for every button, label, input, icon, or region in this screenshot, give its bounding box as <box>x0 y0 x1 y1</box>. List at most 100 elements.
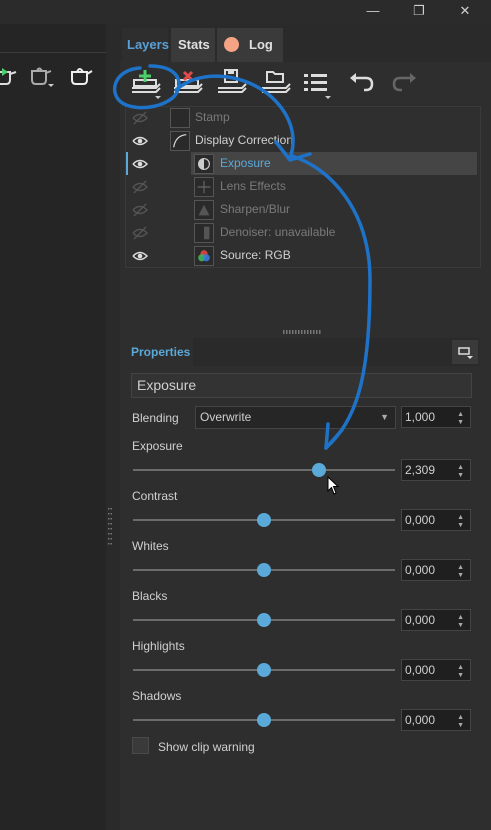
eye-icon[interactable] <box>130 129 150 152</box>
spin-down-icon[interactable]: ▼ <box>457 572 464 579</box>
splitter-grip-icon[interactable] <box>108 508 112 548</box>
close-button[interactable]: ✕ <box>442 0 488 24</box>
spin-up-icon[interactable]: ▲ <box>457 664 464 671</box>
clip-warning-checkbox[interactable] <box>132 737 149 754</box>
spin-down-icon[interactable]: ▼ <box>457 622 464 629</box>
slider-thumb[interactable] <box>257 563 271 577</box>
spin-down-icon[interactable]: ▼ <box>457 472 464 479</box>
slider-thumb[interactable] <box>257 663 271 677</box>
layer-name-field[interactable]: Exposure <box>131 373 472 398</box>
slider-value-spinbox[interactable]: 0,000 ▲ ▼ <box>401 559 471 581</box>
restore-button[interactable]: ❐ <box>396 0 442 24</box>
slider-label: Exposure <box>132 439 183 453</box>
spinbox-value: 1,000 <box>405 410 436 424</box>
spinbox-value: 0,000 <box>405 563 436 577</box>
hidden-eye-icon[interactable] <box>130 106 150 129</box>
tab-stats-label: Stats <box>178 37 210 52</box>
slider-thumb[interactable] <box>312 463 327 477</box>
spin-up-icon[interactable]: ▲ <box>457 714 464 721</box>
hidden-eye-icon[interactable] <box>130 175 150 198</box>
slider-thumb[interactable] <box>257 713 271 727</box>
toolbar-divider <box>0 52 106 53</box>
mouse-cursor-icon <box>327 476 340 495</box>
spin-up-icon[interactable]: ▲ <box>457 411 464 418</box>
layer-name: Exposure <box>220 156 271 170</box>
spin-up-icon[interactable]: ▲ <box>457 564 464 571</box>
hidden-eye-icon[interactable] <box>130 221 150 244</box>
spin-up-icon[interactable]: ▲ <box>457 614 464 621</box>
slider-label: Contrast <box>132 489 178 503</box>
open-layers-icon[interactable] <box>258 64 294 104</box>
minimize-button[interactable]: — <box>350 0 396 24</box>
log-status-icon <box>224 37 239 52</box>
slider-label: Blacks <box>132 589 168 603</box>
left-panel <box>0 24 106 830</box>
spinbox-value: 0,000 <box>405 713 436 727</box>
spin-up-icon[interactable]: ▲ <box>457 464 464 471</box>
layer-name: Lens Effects <box>220 179 286 193</box>
layer-name: Display Correction <box>195 133 294 147</box>
eye-icon[interactable] <box>130 244 150 267</box>
slider-label: Shadows <box>132 689 182 703</box>
spinbox-value: 0,000 <box>405 513 436 527</box>
blending-label: Blending <box>132 411 179 425</box>
spin-up-icon[interactable]: ▲ <box>457 514 464 521</box>
stamp-layer-icon <box>170 108 190 128</box>
slider-value-spinbox[interactable]: 0,000 ▲ ▼ <box>401 709 471 731</box>
slider-label: Whites <box>132 539 169 553</box>
layer-name: Sharpen/Blur <box>220 202 291 216</box>
selection-marker <box>126 152 128 175</box>
layer-name: Stamp <box>195 110 230 124</box>
slider-value-spinbox[interactable]: 0,000 ▲ ▼ <box>401 609 471 631</box>
panel-splitter[interactable] <box>106 24 120 830</box>
hidden-eye-icon[interactable] <box>130 198 150 221</box>
layer-menu-icon[interactable] <box>300 64 336 104</box>
spin-down-icon[interactable]: ▼ <box>457 672 464 679</box>
undo-icon[interactable] <box>344 64 380 104</box>
eye-icon[interactable] <box>130 152 150 175</box>
spinbox-value: 2,309 <box>405 463 436 477</box>
restore-icon: ❐ <box>413 3 425 18</box>
spin-down-icon[interactable]: ▼ <box>457 722 464 729</box>
tab-log-label: Log <box>249 37 273 52</box>
preset-menu-icon[interactable] <box>452 340 478 364</box>
save-layers-icon[interactable] <box>214 64 250 104</box>
slider-value-spinbox[interactable]: 0,000 ▲ ▼ <box>401 659 471 681</box>
rgb-source-icon <box>194 246 214 266</box>
close-icon: ✕ <box>459 3 471 18</box>
chevron-down-icon: ▼ <box>380 412 389 422</box>
slider-track[interactable] <box>133 469 395 471</box>
delete-layer-icon[interactable] <box>170 64 206 104</box>
add-layer-icon[interactable] <box>128 64 164 104</box>
spin-down-icon[interactable]: ▼ <box>457 419 464 426</box>
redo-icon[interactable] <box>386 64 422 104</box>
sharpen-icon <box>194 200 214 220</box>
blending-select[interactable]: Overwrite ▼ <box>195 406 396 429</box>
tab-stats[interactable]: Stats <box>171 28 215 62</box>
spinbox-value: 0,000 <box>405 613 436 627</box>
denoiser-icon <box>194 223 214 243</box>
exposure-layer-icon <box>194 154 214 174</box>
tab-layers[interactable]: Layers <box>122 28 169 62</box>
layer-name: Source: RGB <box>220 248 291 262</box>
slider-label: Highlights <box>132 639 185 653</box>
minimize-icon: — <box>366 3 380 18</box>
layer-name: Denoiser: unavailable <box>220 225 336 239</box>
panel-resize-grip[interactable] <box>283 330 321 334</box>
properties-title: Properties <box>131 345 191 359</box>
blending-opacity-spinbox[interactable]: 1,000 ▲ ▼ <box>401 406 471 428</box>
clip-warning-label: Show clip warning <box>158 740 255 754</box>
spinbox-value: 0,000 <box>405 663 436 677</box>
lens-effects-icon <box>194 177 214 197</box>
slider-thumb[interactable] <box>257 513 271 527</box>
blending-value: Overwrite <box>200 410 252 424</box>
teapot-play-icon[interactable] <box>0 62 18 88</box>
slider-value-spinbox[interactable]: 2,309 ▲ ▼ <box>401 459 471 481</box>
slider-value-spinbox[interactable]: 0,000 ▲ ▼ <box>401 509 471 531</box>
spin-down-icon[interactable]: ▼ <box>457 522 464 529</box>
teapot-dropdown-icon[interactable] <box>28 62 54 88</box>
teapot-icon[interactable] <box>68 62 94 88</box>
tab-log[interactable]: Log <box>217 28 283 62</box>
curve-layer-icon <box>170 131 190 151</box>
slider-thumb[interactable] <box>257 613 271 627</box>
